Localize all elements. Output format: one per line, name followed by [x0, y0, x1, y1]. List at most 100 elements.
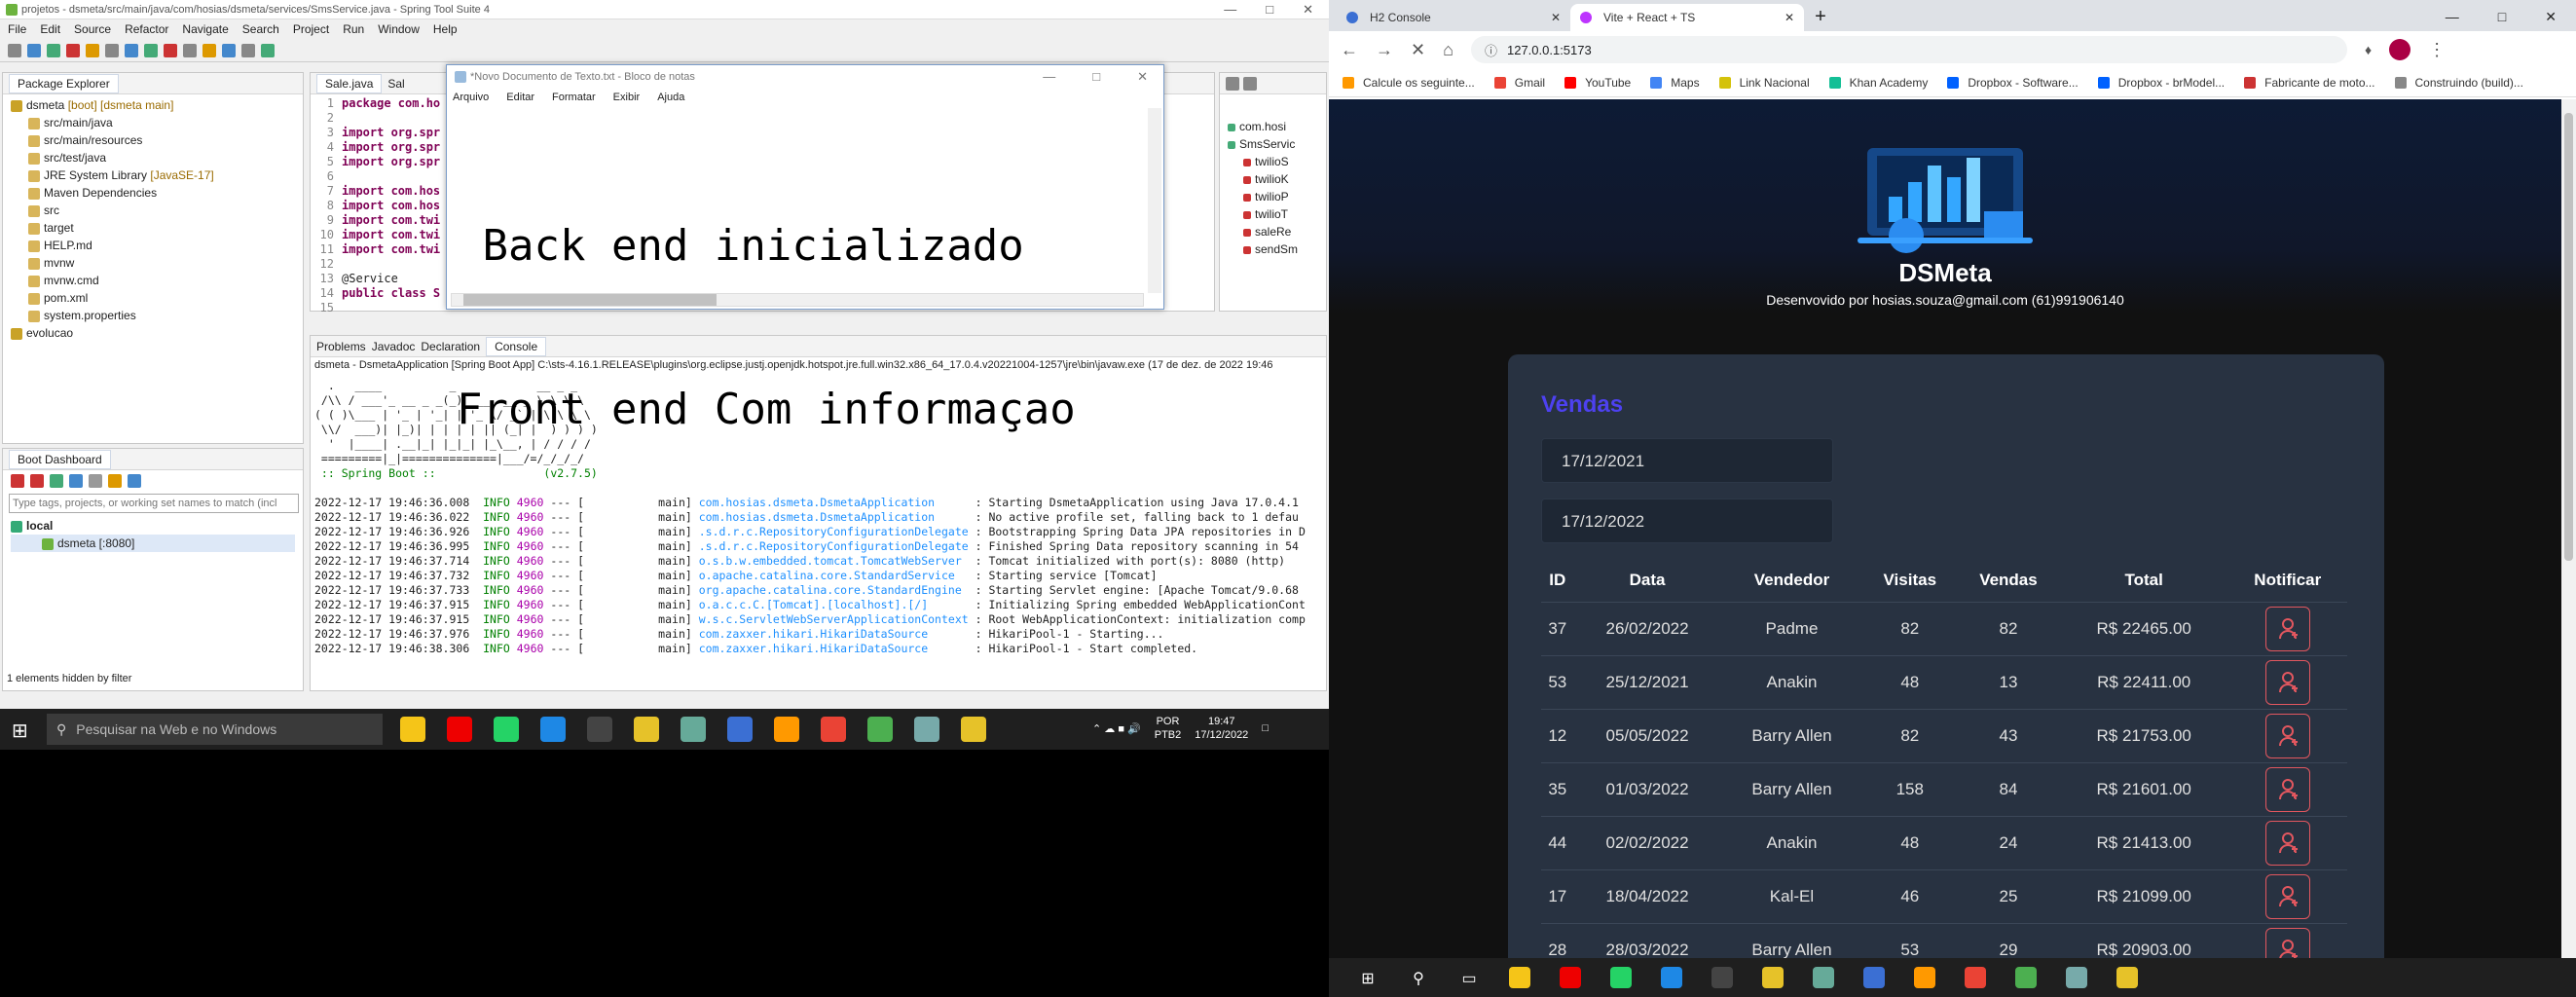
tab-javadoc[interactable]: Javadoc: [372, 340, 416, 353]
tree-item[interactable]: JRE System Library [JavaSE-17]: [7, 166, 299, 184]
tab-close-icon[interactable]: ✕: [1551, 11, 1561, 24]
taskbar-app-icon[interactable]: [867, 717, 893, 742]
outline-item[interactable]: twilioK: [1224, 170, 1322, 188]
tree-item[interactable]: Maven Dependencies: [7, 184, 299, 202]
tree-item[interactable]: src: [7, 202, 299, 219]
outline-item[interactable]: twilioS: [1224, 153, 1322, 170]
bookmark-item[interactable]: YouTube: [1564, 76, 1631, 90]
bookmark-item[interactable]: Construindo (build)...: [2394, 76, 2523, 90]
back-icon[interactable]: ←: [1341, 40, 1358, 60]
outline-item[interactable]: saleRe: [1224, 223, 1322, 240]
tree-item[interactable]: target: [7, 219, 299, 237]
boot-filter-input[interactable]: [9, 494, 299, 513]
taskbar-app-icon[interactable]: [2116, 967, 2138, 988]
toolbar-icon[interactable]: [47, 43, 60, 57]
taskbar-app-icon[interactable]: [494, 717, 519, 742]
menu-window[interactable]: Window: [378, 22, 420, 36]
toolbar-icon[interactable]: [241, 43, 255, 57]
bookmark-item[interactable]: Link Nacional: [1718, 76, 1810, 90]
forward-icon[interactable]: →: [1376, 40, 1393, 60]
tab-vite-react[interactable]: Vite + React + TS ✕: [1570, 4, 1804, 31]
notepad-close-icon[interactable]: ✕: [1137, 69, 1148, 85]
notepad-menu-arquivo[interactable]: Arquivo: [453, 92, 489, 103]
toolbar-icon[interactable]: [222, 43, 236, 57]
toolbar-icon[interactable]: [183, 43, 197, 57]
notify-button[interactable]: [2264, 820, 2310, 866]
notepad-minimize-icon[interactable]: —: [1043, 69, 1055, 85]
browser-minimize-icon[interactable]: —: [2446, 9, 2459, 25]
bookmark-item[interactable]: Dropbox - Software...: [1947, 76, 2079, 90]
toolbar-icon[interactable]: [27, 43, 41, 57]
bookmark-item[interactable]: Gmail: [1493, 76, 1545, 90]
lang-code[interactable]: POR: [1155, 715, 1182, 728]
taskbar-app-icon[interactable]: [1610, 967, 1632, 988]
notifications-icon[interactable]: □: [1262, 722, 1269, 734]
taskbar-app-icon[interactable]: [587, 717, 612, 742]
taskbar-app-icon[interactable]: [1914, 967, 1935, 988]
menu-source[interactable]: Source: [74, 22, 111, 36]
notepad-menu-editar[interactable]: Editar: [506, 92, 534, 103]
browser-maximize-icon[interactable]: □: [2498, 9, 2506, 25]
editor-tab[interactable]: Sal: [387, 77, 404, 91]
outline-item[interactable]: twilioP: [1224, 188, 1322, 205]
lang-layout[interactable]: PTB2: [1155, 728, 1182, 742]
notify-button[interactable]: [2264, 873, 2310, 919]
menu-refactor[interactable]: Refactor: [125, 22, 168, 36]
taskbar-app-icon[interactable]: [1560, 967, 1581, 988]
tree-item[interactable]: evolucao: [7, 324, 299, 342]
menu-navigate[interactable]: Navigate: [182, 22, 228, 36]
taskbar-app-icon[interactable]: [681, 717, 706, 742]
taskbar-app-icon[interactable]: [1965, 967, 1986, 988]
tree-item[interactable]: pom.xml: [7, 289, 299, 307]
tab-close-icon[interactable]: ✕: [1785, 11, 1794, 24]
tab-boot-dashboard[interactable]: Boot Dashboard: [9, 449, 111, 469]
browser-close-icon[interactable]: ✕: [2545, 9, 2557, 25]
notepad-menu-ajuda[interactable]: Ajuda: [657, 92, 684, 103]
outline-item[interactable]: twilioT: [1224, 205, 1322, 223]
stop-icon[interactable]: ✕: [1411, 40, 1425, 60]
taskbar-app-icon[interactable]: [774, 717, 799, 742]
notify-button[interactable]: [2264, 606, 2310, 651]
bookmark-item[interactable]: Calcule os seguinte...: [1343, 76, 1475, 90]
notepad-maximize-icon[interactable]: □: [1092, 69, 1100, 85]
notepad-text[interactable]: Back end inicializado Front end Com info…: [447, 106, 1163, 550]
taskbar-app-icon[interactable]: [1863, 967, 1885, 988]
notify-button[interactable]: [2264, 766, 2310, 812]
taskbar-app-icon[interactable]: [634, 717, 659, 742]
toolbar-icon[interactable]: [164, 43, 177, 57]
tree-item[interactable]: system.properties: [7, 307, 299, 324]
tree-item[interactable]: dsmeta [boot] [dsmeta main]: [7, 96, 299, 114]
tree-item[interactable]: mvnw.cmd: [7, 272, 299, 289]
tree-item[interactable]: src/test/java: [7, 149, 299, 166]
tree-item[interactable]: src/main/java: [7, 114, 299, 131]
taskbar-app-icon[interactable]: [1762, 967, 1784, 988]
close-icon[interactable]: ✕: [1303, 2, 1313, 18]
bookmark-item[interactable]: Dropbox - brModel...: [2097, 76, 2225, 90]
menu-icon[interactable]: ⋮: [2428, 40, 2446, 60]
minimize-icon[interactable]: —: [1224, 2, 1236, 18]
windows-start-icon[interactable]: ⊞: [12, 719, 28, 743]
notify-button[interactable]: [2264, 659, 2310, 705]
tree-item[interactable]: mvnw: [7, 254, 299, 272]
taskbar-app-icon[interactable]: [2015, 967, 2037, 988]
taskbar-app-icon[interactable]: [1661, 967, 1682, 988]
taskbar-app-icon[interactable]: [400, 717, 425, 742]
maximize-icon[interactable]: □: [1266, 2, 1273, 18]
site-info-icon[interactable]: ⓘ: [1485, 41, 1497, 59]
taskbar-app-icon[interactable]: [1509, 967, 1530, 988]
notepad-menu-exibir[interactable]: Exibir: [613, 92, 641, 103]
tab-problems[interactable]: Problems: [316, 340, 366, 353]
outline-item[interactable]: com.hosi: [1224, 118, 1322, 135]
menu-help[interactable]: Help: [433, 22, 458, 36]
outline-item[interactable]: sendSm: [1224, 240, 1322, 258]
taskbar-app-icon[interactable]: [540, 717, 566, 742]
notepad-vscroll[interactable]: [1148, 108, 1161, 293]
profile-avatar[interactable]: [2389, 39, 2411, 60]
tree-item[interactable]: src/main/resources: [7, 131, 299, 149]
toolbar-icon[interactable]: [202, 43, 216, 57]
extensions-icon[interactable]: ♦: [2365, 42, 2372, 57]
date-min-input[interactable]: 17/12/2021: [1541, 438, 1833, 483]
menu-project[interactable]: Project: [293, 22, 329, 36]
toolbar-icon[interactable]: [8, 43, 21, 57]
toolbar-icon[interactable]: [86, 43, 99, 57]
